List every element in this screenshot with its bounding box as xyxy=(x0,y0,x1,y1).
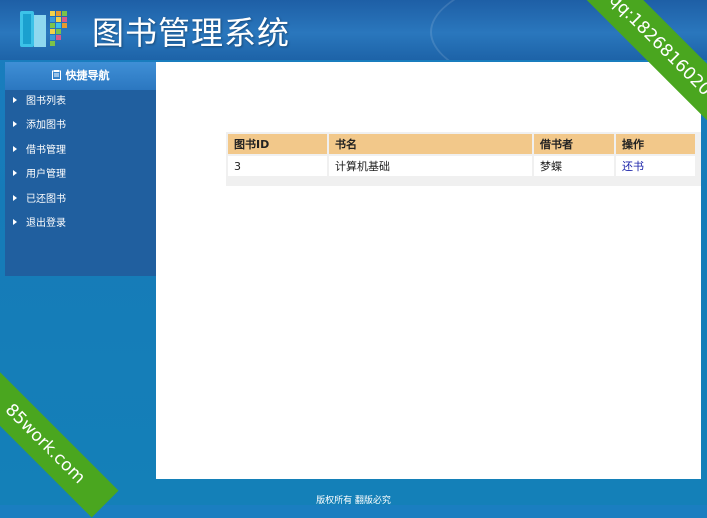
column-header-action: 操作 xyxy=(616,134,695,154)
sidebar-item-book-list[interactable]: 图书列表 xyxy=(5,90,156,114)
column-header-borrower: 借书者 xyxy=(534,134,614,154)
arrow-right-icon xyxy=(13,218,17,225)
table-header-row: 图书ID 书名 借书者 操作 xyxy=(228,134,695,154)
sidebar-item-logout[interactable]: 退出登录 xyxy=(5,212,156,236)
sidebar-item-label: 图书列表 xyxy=(26,96,66,107)
sidebar-item-label: 已还图书 xyxy=(26,193,66,205)
borrow-table: 图书ID 书名 借书者 操作 3 计算机基础 梦蝶 还书 xyxy=(226,132,697,178)
cell-book-id: 3 xyxy=(228,156,327,176)
sidebar-item-label: 用户管理 xyxy=(26,169,66,181)
app-title: 图书管理系统 xyxy=(92,14,291,52)
arrow-right-icon xyxy=(13,194,17,201)
cell-book-name: 计算机基础 xyxy=(329,156,532,176)
arrow-right-icon xyxy=(13,145,17,152)
column-header-book-name: 书名 xyxy=(329,134,532,154)
sidebar-heading: 快捷导航 xyxy=(5,62,156,90)
sidebar-nav: 图书列表 添加图书 借书管理 用户管理 已还图书 退出登录 xyxy=(5,90,156,236)
cell-action: 还书 xyxy=(616,156,695,176)
arrow-right-icon xyxy=(13,170,17,177)
arrow-right-icon xyxy=(13,97,17,103)
sidebar-item-borrow-management[interactable]: 借书管理 xyxy=(5,139,156,163)
sidebar-item-returned-books[interactable]: 已还图书 xyxy=(5,188,156,212)
arrow-right-icon xyxy=(13,121,17,128)
sidebar-item-label: 退出登录 xyxy=(26,217,66,229)
borrow-table-container: 图书ID 书名 借书者 操作 3 计算机基础 梦蝶 还书 xyxy=(226,132,701,186)
sidebar: 快捷导航 图书列表 添加图书 借书管理 用户管理 已还图书 退出登录 xyxy=(5,62,156,276)
sidebar-item-user-management[interactable]: 用户管理 xyxy=(5,163,156,187)
column-header-book-id: 图书ID xyxy=(228,134,327,154)
sidebar-item-label: 借书管理 xyxy=(26,144,66,156)
notepad-icon xyxy=(51,70,61,80)
sidebar-item-add-book[interactable]: 添加图书 xyxy=(5,114,156,138)
return-book-link[interactable]: 还书 xyxy=(622,160,644,173)
sidebar-heading-label: 快捷导航 xyxy=(65,69,110,82)
table-row: 3 计算机基础 梦蝶 还书 xyxy=(228,156,695,176)
main-content: 图书ID 书名 借书者 操作 3 计算机基础 梦蝶 还书 xyxy=(156,62,701,479)
cell-borrower: 梦蝶 xyxy=(534,156,614,176)
books-logo-icon xyxy=(20,11,67,47)
sidebar-item-label: 添加图书 xyxy=(26,120,66,132)
